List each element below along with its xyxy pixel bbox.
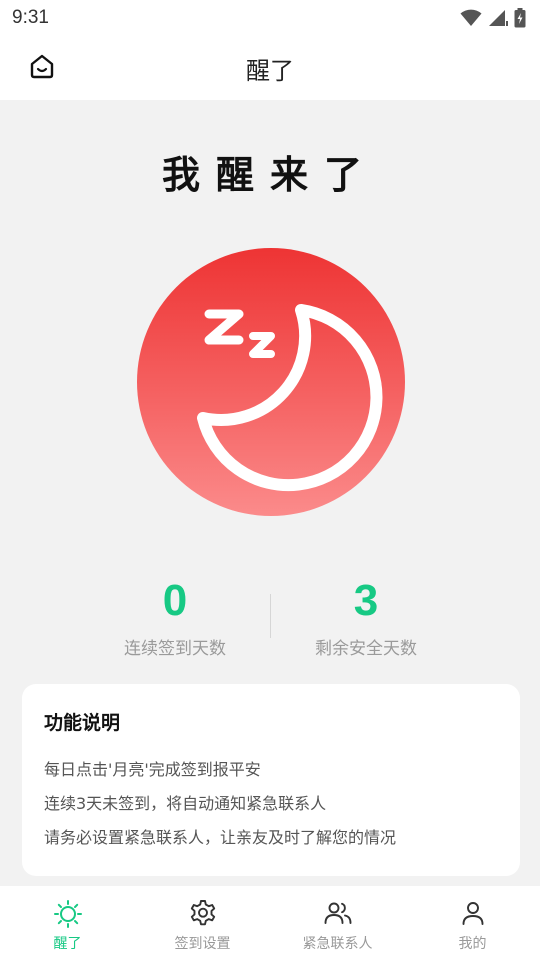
status-bar: 9:31 [0,0,540,36]
info-line: 每日点击'月亮'完成签到报平安 [44,760,261,779]
tab-emergency-contacts[interactable]: 紧急联系人 [270,886,405,960]
info-title: 功能说明 [44,712,121,734]
stat-label: 连续签到天数 [124,639,226,659]
app-bar: 醒了 [0,36,540,100]
wifi-icon [460,9,482,26]
bottom-tab-bar: 醒了 签到设置 紧急联系人 我的 [0,886,540,960]
stats-panel: 0 连续签到天数 3 剩余安全天数 [0,574,540,664]
tab-check-in-settings[interactable]: 签到设置 [135,886,270,960]
feature-info-card: 功能说明 每日点击'月亮'完成签到报平安 连续3天未签到，将自动通知紧急联系人 … [22,684,520,876]
remaining-safe-days-stat: 3 剩余安全天数 [266,574,466,659]
main-content: 我醒来了 0 连续签到天数 3 剩余安全天数 功能说明 每日点击'月亮'完成签到… [0,100,540,886]
home-icon[interactable] [28,52,56,80]
tab-label: 醒了 [53,936,82,952]
status-time: 9:31 [12,7,49,28]
gear-icon [190,900,215,926]
tab-label: 紧急联系人 [302,936,373,952]
info-line: 请务必设置紧急联系人，让亲友及时了解您的情况 [44,828,397,847]
consecutive-days-stat: 0 连续签到天数 [75,574,275,659]
stat-value: 3 [353,576,379,625]
contacts-icon [324,902,351,924]
stat-label: 剩余安全天数 [315,639,417,659]
info-line: 连续3天未签到，将自动通知紧急联系人 [44,794,327,813]
tab-profile[interactable]: 我的 [405,886,540,960]
tab-label: 我的 [458,936,487,952]
headline: 我醒来了 [161,152,378,197]
person-icon [462,902,483,925]
tab-label: 签到设置 [174,936,231,952]
status-icons [460,8,526,28]
page-title: 醒了 [246,56,294,85]
check-in-moon-button[interactable] [137,248,405,516]
signal-icon [489,10,508,26]
tab-wake[interactable]: 醒了 [0,886,135,960]
battery-icon [514,8,526,28]
sun-icon [53,900,82,928]
stat-value: 0 [162,576,188,625]
sleeping-moon-icon [197,304,383,492]
